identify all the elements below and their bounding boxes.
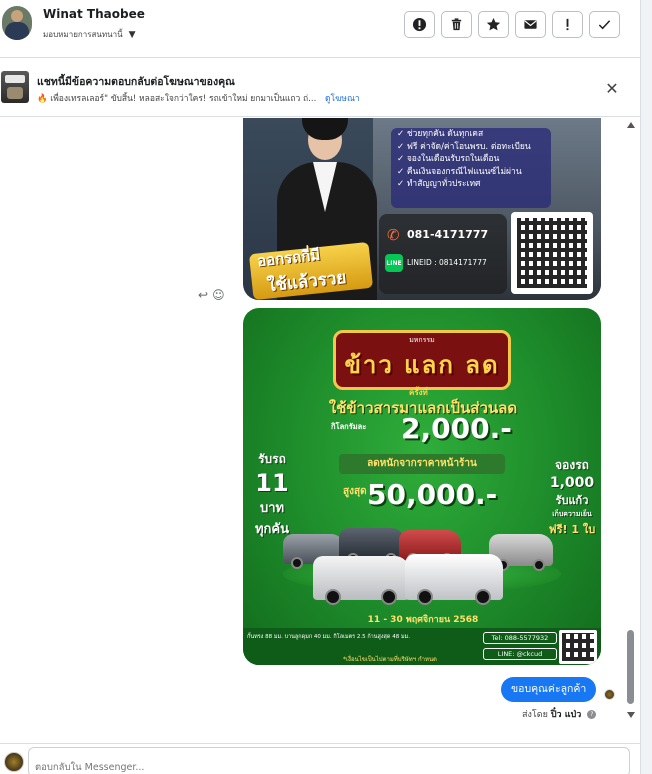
right-promo-line: ฟรี! 1 ใบ [548, 523, 596, 536]
car-image [313, 556, 409, 605]
event-title-box: มหกรรม ข้าว แลก ลด [333, 330, 511, 390]
ad-description-text: 🔥 เพื่องเทรลเลอร์" ขับสิ้น! หลอสะใจกว่าใ… [37, 94, 317, 104]
left-promo-line: บาท [259, 501, 285, 516]
right-promo-line: จองรถ [555, 458, 589, 472]
window-edge [640, 0, 652, 774]
qr-code [559, 630, 597, 664]
exclamation-icon [566, 18, 569, 31]
check-icon [598, 20, 611, 30]
max-discount: 50,000.- [367, 478, 498, 511]
conversation-header: Winat Thaobee มอบหมายการสนทนานี้ ▼ [0, 0, 640, 58]
caret-down-icon: ▼ [128, 29, 136, 40]
left-promo-line: รับรถ [258, 452, 286, 466]
price-per-kg: 2,000.- [401, 412, 512, 445]
benefits-checklist: ✓ ช่วยทุกคัน ดันทุกเคส ✓ ฟรี ค่าจัด/ค่าโ… [391, 128, 551, 208]
close-icon[interactable]: ✕ [604, 79, 620, 98]
event-title: ข้าว แลก ลด [344, 351, 500, 379]
sent-by-prefix: ส่งโดย [522, 710, 548, 720]
per-kg-label: กิโลกรัมละ [331, 422, 367, 431]
qr-code [511, 212, 593, 294]
seen-avatar [604, 689, 615, 700]
promo-line-id: LINE: @ckcud [483, 648, 557, 660]
contact-box: ✆ 081-4171777 LINE LINEID : 0814171777 [379, 214, 507, 294]
help-icon[interactable]: ? [587, 709, 597, 719]
ad-banner-description: 🔥 เพื่องเทรลเลอร์" ขับสิ้น! หลอสะใจกว่าใ… [37, 91, 360, 105]
right-promo-line: เก็บความเย็น [552, 510, 592, 518]
phone-number: 081-4171777 [407, 228, 489, 241]
message-composer [0, 743, 640, 774]
message-actions: ↩ ☺ [198, 288, 225, 302]
action-toolbar [404, 11, 620, 38]
sent-by-label: ส่งโดย ปิ๋ว แป่ว ? [522, 707, 597, 721]
reply-icon[interactable]: ↩ [198, 288, 208, 302]
right-promo-line: รับแก้ว [555, 494, 589, 507]
contact-avatar[interactable] [2, 6, 32, 40]
promo-tel: Tel: 088-5577932 [483, 632, 557, 644]
ad-banner-title: แชทนี้มีข้อความตอบกลับต่อโฆษณาของคุณ [37, 76, 235, 88]
follow-up-button[interactable] [552, 11, 583, 38]
alert-circle-icon [412, 17, 427, 32]
mark-unread-button[interactable] [515, 11, 546, 38]
ad-thumbnail [1, 71, 29, 103]
delete-button[interactable] [441, 11, 472, 38]
promo-date: 11 - 30 พฤศจิกายน 2568 [367, 615, 479, 625]
car-image [405, 554, 503, 605]
messenger-inbox: Winat Thaobee มอบหมายการสนทนานี้ ▼ แชทนี… [0, 0, 652, 774]
checklist-item: ✓ ฟรี ค่าจัด/ค่าโอนพรบ. ต่อทะเบียน [397, 141, 531, 152]
line-app-icon: LINE [385, 254, 403, 272]
right-promo-column: จองรถ 1,000 รับแก้ว เก็บความเย็น ฟรี! 1 … [545, 456, 599, 538]
left-promo-column: รับรถ 11 บาท ทุกคัน [249, 450, 295, 539]
emoji-reaction-icon[interactable]: ☺ [212, 288, 225, 302]
promo-fine-print: กั้นทรง 88 มม. บานลูกดุมก 40 มม. กิโลเมต… [247, 634, 410, 640]
checklist-item: ✓ จองในเดือนรับรถในเดือน [397, 154, 500, 164]
sender-name[interactable]: ปิ๋ว แป่ว [551, 707, 581, 721]
phone-icon: ✆ [387, 226, 400, 244]
trash-icon [451, 18, 462, 31]
star-button[interactable] [478, 11, 509, 38]
envelope-icon [524, 20, 537, 29]
up-to-label: สูงสุด [343, 486, 367, 497]
scroll-down-arrow-icon[interactable] [627, 712, 635, 718]
promo-footer: กั้นทรง 88 มม. บานลูกดุมก 40 มม. กิโลเมต… [243, 628, 601, 665]
checklist-item: ✓ ทำสัญญาทั่วประเทศ [397, 179, 481, 189]
promo-conditions: *เงื่อนไขเป็นไปตามที่บริษัทฯ กำหนด [343, 656, 437, 663]
mark-done-button[interactable] [589, 11, 620, 38]
scroll-up-arrow-icon[interactable] [627, 122, 635, 128]
assign-label: มอบหมายการสนทนานี้ [43, 30, 123, 39]
assign-conversation-dropdown[interactable]: มอบหมายการสนทนานี้ ▼ [43, 28, 136, 41]
rice-exchange-promo-image[interactable]: มหกรรม ข้าว แลก ลด ครั้งที่ ใช้ข้าวสารมา… [243, 308, 601, 665]
report-spam-button[interactable] [404, 11, 435, 38]
checklist-item: ✓ คืนเงินจองกรณีไฟแนนซ์ไม่ผ่าน [397, 166, 522, 177]
reply-input[interactable] [28, 747, 630, 774]
checklist-item: ✓ ช่วยทุกคัน ดันทุกเคส [397, 129, 484, 139]
right-promo-number: 1,000 [549, 475, 595, 491]
star-icon [486, 17, 501, 31]
ad-reply-banner: แชทนี้มีข้อความตอบกลับต่อโฆษณาของคุณ 🔥 เ… [0, 59, 640, 117]
discount-banner: ลดหนักจากราคาหน้าร้าน [339, 454, 505, 474]
left-promo-number: 11 [255, 469, 289, 497]
page-avatar [4, 752, 24, 772]
sent-message-bubble[interactable]: ขอบคุณค่ะลูกค้า [501, 677, 597, 702]
line-id: LINEID : 0814171777 [407, 258, 487, 267]
view-ad-link[interactable]: ดูโฆษณา [325, 94, 360, 104]
car-dealer-ad-image[interactable]: ออกรถกี่มี ใช้แล้วรวย ✓ ช่วยทุกคัน ดันทุ… [243, 118, 601, 300]
contact-name[interactable]: Winat Thaobee [43, 7, 145, 21]
scrollbar-thumb[interactable] [627, 630, 634, 704]
